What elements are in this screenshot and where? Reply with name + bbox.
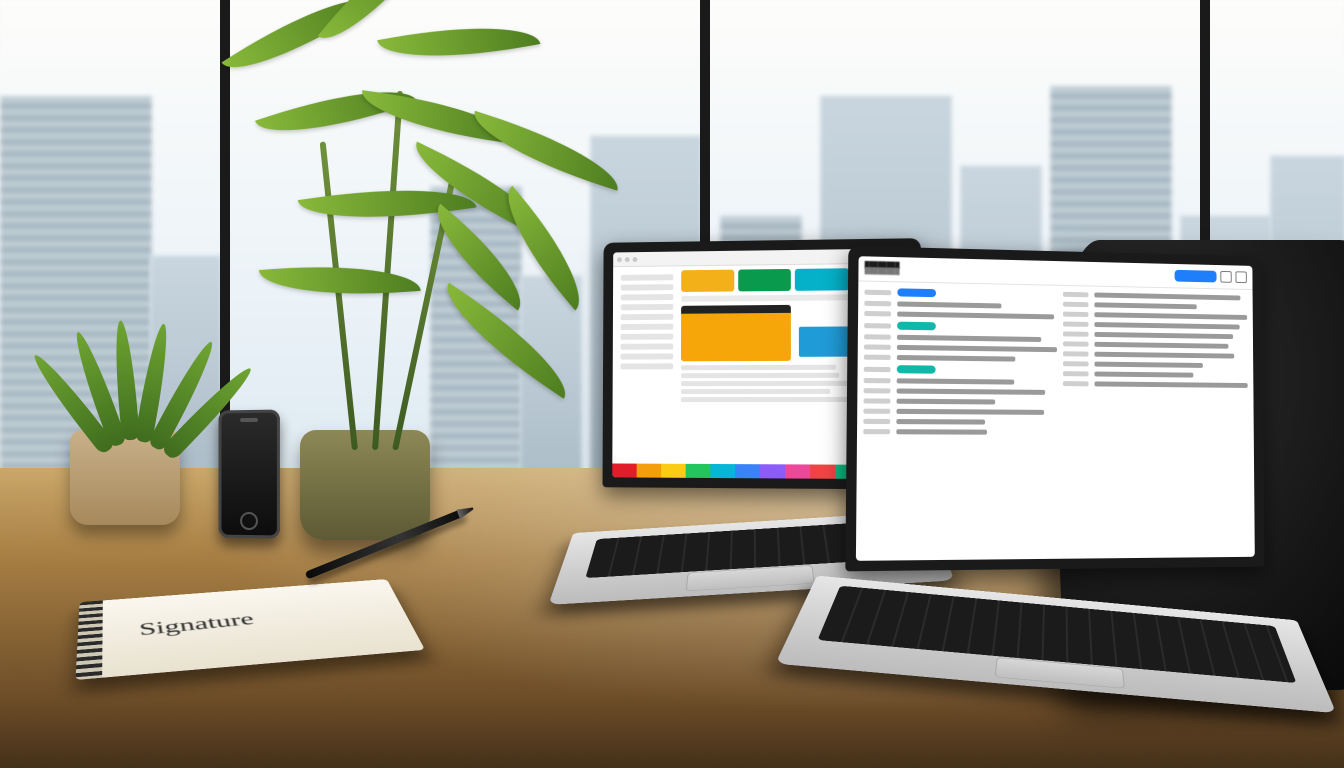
list-item	[864, 388, 1057, 395]
list-item	[1063, 322, 1247, 330]
list-item	[1063, 302, 1247, 311]
icon-button[interactable]	[1235, 271, 1246, 283]
list-item	[864, 365, 1057, 375]
list-item	[863, 409, 1057, 415]
list-item	[864, 301, 1057, 310]
office-desk-scene: { "description": "Illustration/photo of …	[0, 0, 1344, 768]
list-item	[864, 334, 1057, 342]
list-item	[864, 344, 1057, 352]
icon-button[interactable]	[1220, 271, 1231, 283]
list-item	[1063, 361, 1248, 368]
pot-olive	[300, 430, 430, 540]
list-item	[1063, 381, 1248, 388]
list-item	[863, 429, 1057, 435]
detail-right-column	[1063, 292, 1248, 436]
primary-action-button[interactable]	[1175, 270, 1217, 283]
notebook-signature: Signature	[138, 609, 256, 640]
list-item	[1063, 312, 1247, 320]
list-item	[864, 355, 1057, 363]
list-item	[1063, 341, 1247, 349]
list-item	[864, 378, 1057, 385]
card-a	[681, 305, 791, 361]
list-item	[864, 398, 1058, 405]
list-item	[1063, 292, 1247, 301]
list-item	[864, 288, 1057, 300]
notebook-spine	[75, 600, 102, 680]
smartphone	[219, 410, 280, 539]
laptop-right-lid: ████████ ████████	[845, 246, 1264, 571]
laptop-right: ████████ ████████	[830, 430, 1290, 750]
app-subtitle: ████████	[865, 268, 900, 275]
list-item	[1063, 351, 1248, 358]
list-item	[864, 311, 1057, 320]
list-item	[864, 321, 1057, 332]
card-a-body	[681, 313, 791, 361]
list-item	[1063, 371, 1248, 378]
list-item	[1063, 331, 1247, 339]
detail-left-column	[863, 288, 1057, 435]
laptop-right-screen: ████████ ████████	[856, 256, 1255, 561]
list-item	[863, 419, 1057, 425]
laptop-right-deck	[775, 576, 1336, 714]
sidebar	[616, 270, 677, 402]
